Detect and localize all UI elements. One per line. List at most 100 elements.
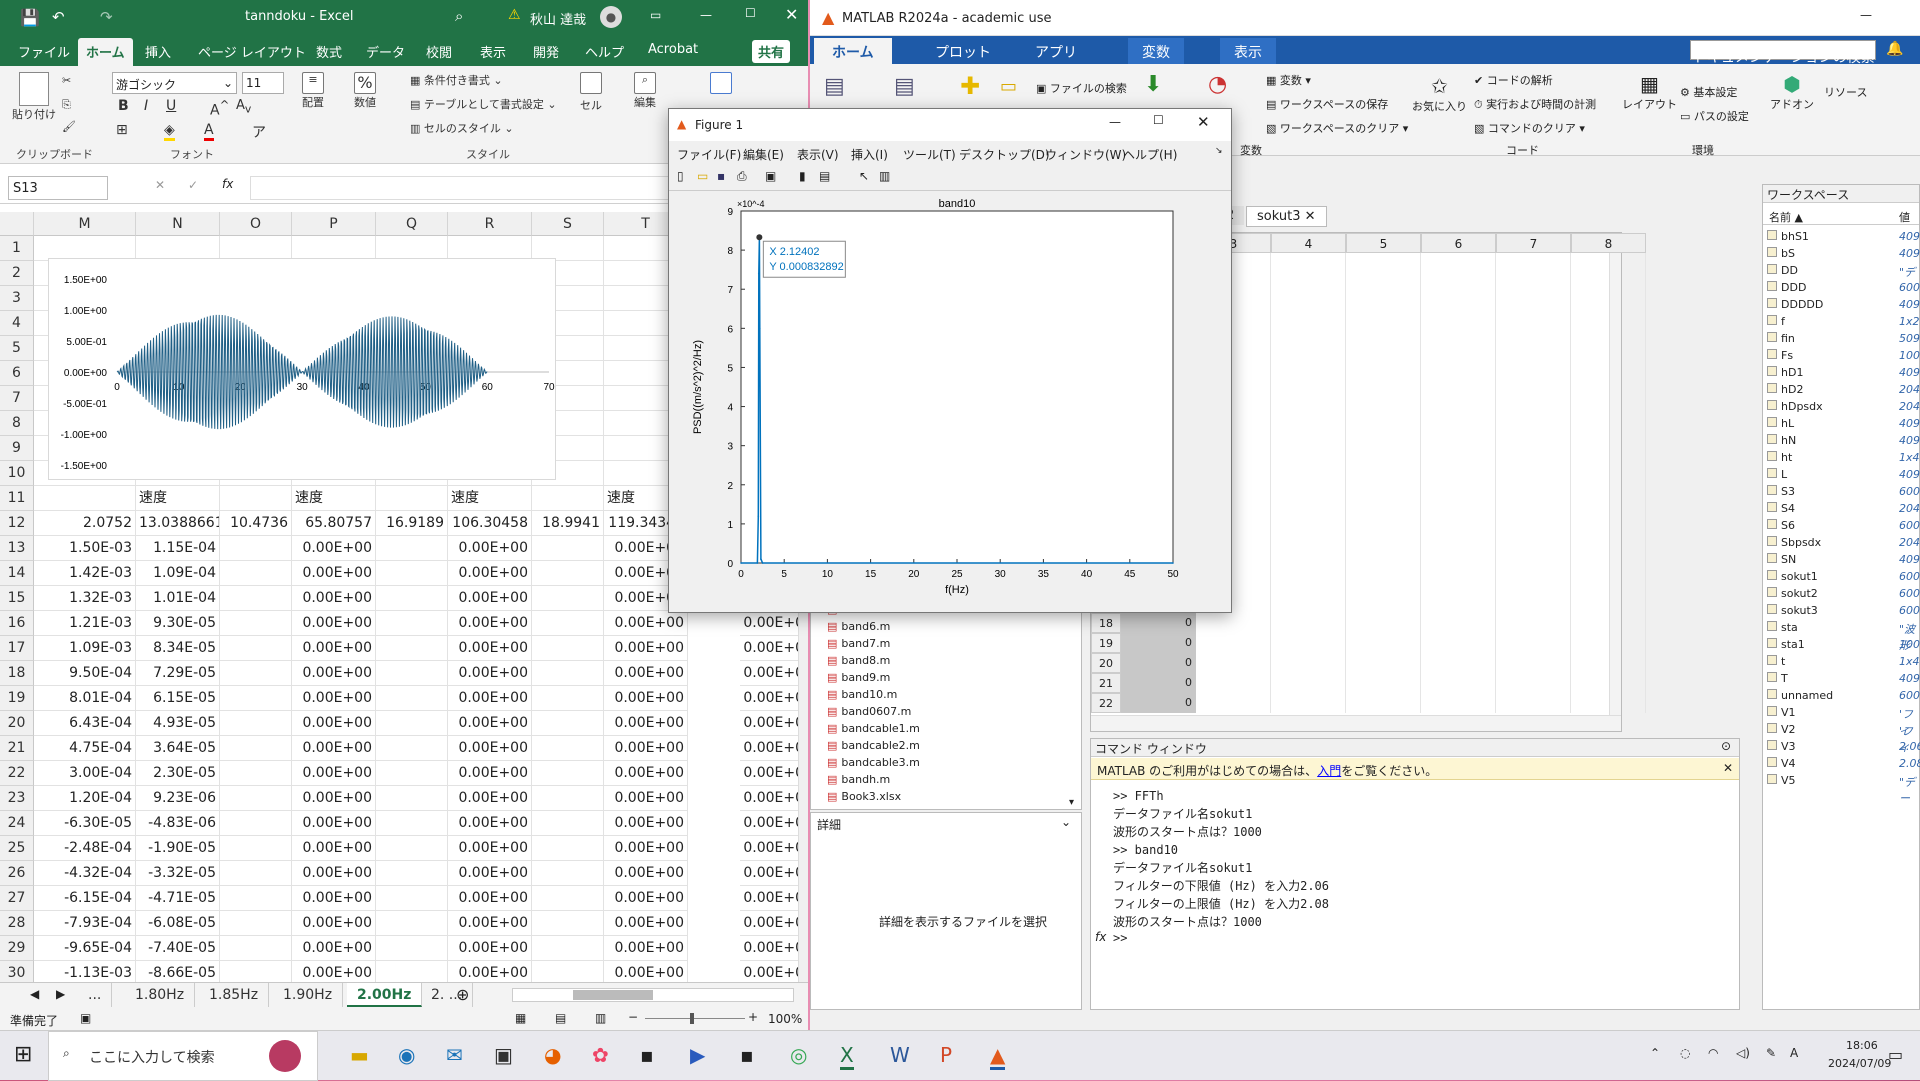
table-cell[interactable]: -2.48E-04 xyxy=(34,836,136,861)
table-cell[interactable]: 0.00E+00 xyxy=(448,686,532,711)
table-cell[interactable] xyxy=(376,936,448,961)
var-cell[interactable]: 0 xyxy=(1121,633,1196,653)
conditional-format-button[interactable]: ▦ 条件付き書式 ⌄ xyxy=(410,72,503,88)
panel-menu-icon[interactable]: ⊙ xyxy=(1721,739,1731,753)
powershell-icon[interactable]: ▶ xyxy=(690,1043,705,1067)
find-files-button[interactable]: ▣ ファイルの検索 xyxy=(1036,80,1127,96)
column-header[interactable]: Q xyxy=(376,212,448,236)
clock-date[interactable]: 2024/07/09 xyxy=(1828,1057,1891,1070)
word-icon[interactable]: W xyxy=(890,1043,910,1067)
table-cell[interactable] xyxy=(532,961,604,982)
ribbon-display-icon[interactable]: ▭ xyxy=(650,8,661,22)
grow-font-icon[interactable]: A^ xyxy=(210,98,229,119)
row-header[interactable]: 19 xyxy=(0,686,34,711)
row-header[interactable]: 20 xyxy=(0,711,34,736)
property-editor-icon[interactable]: ▥ xyxy=(879,169,890,183)
table-cell[interactable]: 0.00E+00 xyxy=(292,711,376,736)
table-cell[interactable]: 106.30458 xyxy=(448,511,532,536)
simulink-icon[interactable]: ◔ xyxy=(1208,72,1227,97)
table-cell[interactable]: 速度 xyxy=(292,486,376,511)
table-cell[interactable]: 0.00E+00 xyxy=(292,611,376,636)
tab-home[interactable]: ホーム xyxy=(78,38,133,67)
table-cell[interactable]: 9.30E-05 xyxy=(136,611,220,636)
table-cell[interactable]: 0.00E+00 xyxy=(604,761,688,786)
list-item[interactable]: ▤ band6.m xyxy=(827,620,890,633)
workspace-row[interactable]: sokut2 6002 xyxy=(1763,586,1920,603)
menu-file[interactable]: ファイル(F) xyxy=(677,146,741,163)
tab-page-layout[interactable]: ページ レイアウト xyxy=(198,42,306,61)
undo-icon[interactable]: ↶ xyxy=(52,8,65,26)
workspace-row[interactable]: V3 2.06 xyxy=(1763,739,1920,756)
table-cell[interactable]: 0.00E+00 xyxy=(604,711,688,736)
workspace-row[interactable]: V1 'フィ xyxy=(1763,705,1919,737)
table-cell[interactable] xyxy=(220,611,292,636)
column-header[interactable]: P xyxy=(292,212,376,236)
workspace-row[interactable]: unnamed 6005 xyxy=(1763,688,1920,705)
table-cell[interactable] xyxy=(220,661,292,686)
new-icon[interactable]: ✚ xyxy=(960,72,980,100)
table-cell[interactable]: 65.80757 xyxy=(292,511,376,536)
table-cell[interactable]: 0.00E+00 xyxy=(448,661,532,686)
cancel-icon[interactable]: ✕ xyxy=(155,178,165,192)
table-cell[interactable] xyxy=(376,686,448,711)
table-cell[interactable]: 0.00E+00 xyxy=(604,636,688,661)
zoom-slider[interactable] xyxy=(645,1013,745,1024)
zoom-in-icon[interactable]: + xyxy=(748,1010,758,1024)
select-all-corner[interactable] xyxy=(0,212,34,236)
format-painter-icon[interactable]: 🖌 xyxy=(62,120,76,133)
table-cell[interactable]: -4.71E-05 xyxy=(136,886,220,911)
bold-icon[interactable]: B xyxy=(118,98,129,114)
print-icon[interactable]: ⎙ xyxy=(737,169,747,184)
excel-icon[interactable]: X xyxy=(840,1043,854,1070)
zoom-level[interactable]: 100% xyxy=(768,1012,802,1026)
share-button[interactable]: 共有 xyxy=(752,40,791,63)
table-cell[interactable]: 1.09E-03 xyxy=(34,636,136,661)
table-cell[interactable] xyxy=(376,636,448,661)
underline-icon[interactable]: U xyxy=(166,98,176,114)
menu-view[interactable]: 表示(V) xyxy=(797,146,839,163)
set-path-button[interactable]: ▭ パスの設定 xyxy=(1680,108,1749,124)
table-cell[interactable] xyxy=(532,811,604,836)
row-header[interactable]: 21 xyxy=(0,736,34,761)
row-header[interactable]: 25 xyxy=(0,836,34,861)
tab-insert[interactable]: 挿入 xyxy=(145,42,171,61)
var-column-header[interactable]: 8 xyxy=(1571,233,1646,253)
list-item[interactable]: ▤ bandcable3.m xyxy=(827,756,920,769)
table-cell[interactable] xyxy=(220,686,292,711)
getting-started-link[interactable]: 入門 xyxy=(1317,764,1341,778)
table-cell[interactable] xyxy=(532,761,604,786)
workspace-row[interactable]: DDDDD 4096 xyxy=(1763,297,1920,314)
pen-icon[interactable]: ✎ xyxy=(1766,1046,1776,1060)
ws-name-header[interactable]: 名前 ▲ xyxy=(1769,209,1803,225)
new-script-icon[interactable]: ▤ xyxy=(824,74,845,99)
tab-data[interactable]: データ xyxy=(366,42,405,61)
table-cell[interactable]: -7.93E-04 xyxy=(34,911,136,936)
ws-value-header[interactable]: 値 xyxy=(1899,209,1910,225)
list-item[interactable]: ▤ band7.m xyxy=(827,637,890,650)
table-cell[interactable]: 18.9941 xyxy=(532,511,604,536)
minimize-icon[interactable]: — xyxy=(1860,8,1872,22)
format-as-table-button[interactable]: ▤ テーブルとして書式設定 ⌄ xyxy=(410,96,557,112)
cells-button[interactable]: セル xyxy=(580,72,602,113)
notification-bell-icon[interactable]: 🔔 xyxy=(1886,41,1903,57)
workspace-row[interactable]: DD "デ xyxy=(1763,263,1919,280)
table-cell[interactable] xyxy=(532,911,604,936)
legend-icon[interactable]: ▤ xyxy=(819,169,830,183)
wifi-icon[interactable]: ◠ xyxy=(1708,1046,1718,1060)
row-header[interactable]: 17 xyxy=(0,636,34,661)
workspace-row[interactable]: sokut1 6005 xyxy=(1763,569,1920,586)
menu-tools[interactable]: ツール(T) xyxy=(903,146,956,163)
open-folder-icon[interactable]: ▭ xyxy=(1000,76,1017,97)
table-cell[interactable] xyxy=(532,561,604,586)
row-header[interactable]: 7 xyxy=(0,386,34,411)
row-header[interactable]: 12 xyxy=(0,511,34,536)
list-item[interactable]: ▤ band0607.m xyxy=(827,705,911,718)
table-cell[interactable] xyxy=(376,586,448,611)
maximize-icon[interactable]: ☐ xyxy=(745,6,756,20)
sheet-tab[interactable]: ... xyxy=(78,983,113,1007)
addons-button[interactable]: ⬢ アドオン xyxy=(1770,72,1814,112)
ime-indicator[interactable]: A xyxy=(1790,1046,1798,1060)
table-cell[interactable] xyxy=(532,711,604,736)
vertical-scrollbar[interactable] xyxy=(1609,253,1621,715)
normal-view-icon[interactable]: ▦ xyxy=(515,1011,526,1025)
